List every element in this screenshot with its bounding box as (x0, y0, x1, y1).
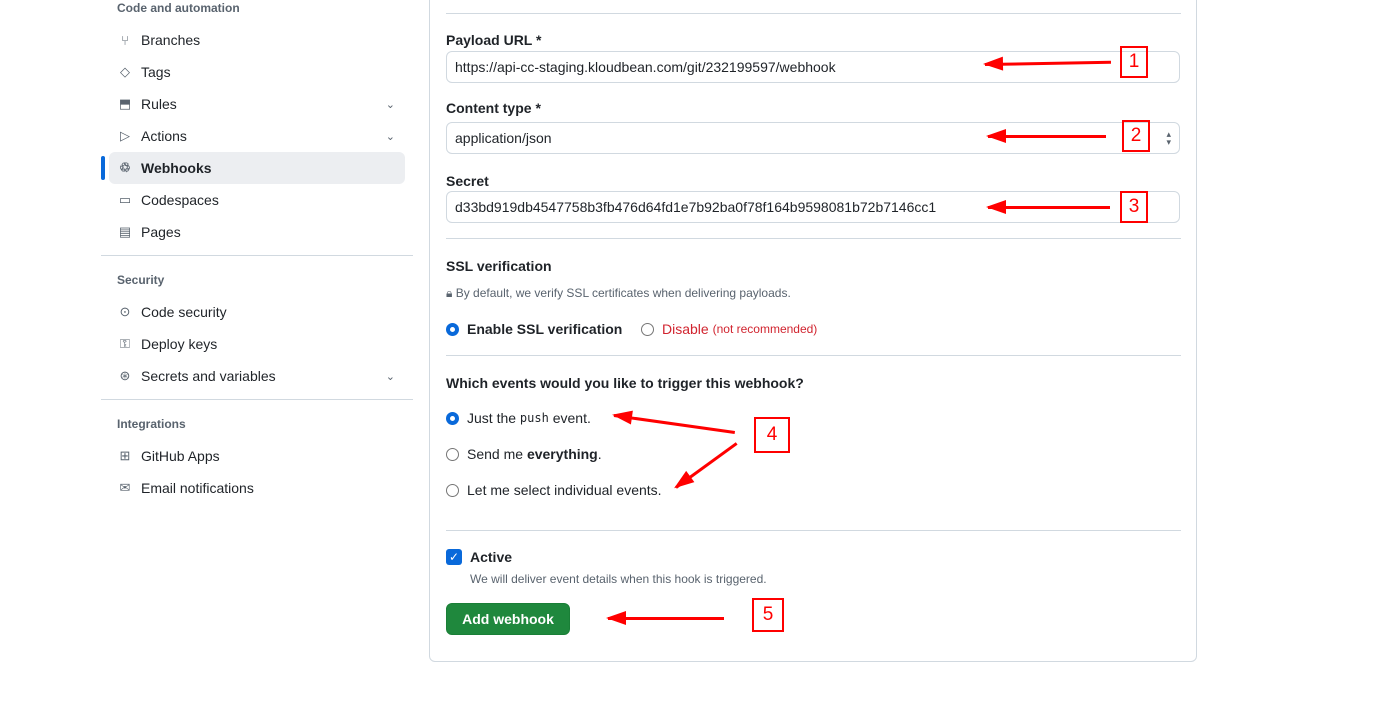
tag-icon: ◇ (120, 64, 130, 79)
secret-label: Secret (446, 173, 489, 189)
annotation-4: 4 (754, 417, 790, 453)
add-webhook-button[interactable]: Add webhook (446, 603, 570, 635)
label: Rules (141, 96, 177, 112)
label: Branches (141, 32, 201, 48)
label: Email notifications (141, 480, 254, 496)
sidebar-item-branches[interactable]: ⑂ Branches (109, 24, 405, 56)
label: Webhooks (141, 160, 212, 176)
text: . (597, 446, 602, 462)
ssl-title: SSL verification (446, 258, 552, 274)
label: Deploy keys (141, 336, 218, 352)
divider (446, 530, 1181, 531)
chevron-down-icon[interactable]: ⌄ (386, 370, 395, 383)
chevron-down-icon[interactable]: ⌄ (386, 98, 395, 111)
payload-url-input[interactable]: https://api-cc-staging.kloudbean.com/git… (446, 51, 1180, 83)
asterisk-icon: ⊛ (119, 368, 131, 383)
sidebar-item-pages[interactable]: ▤ Pages (109, 216, 405, 248)
label: Let me select individual events. (467, 482, 662, 498)
sidebar-item-webhooks[interactable]: ♲ Webhooks (109, 152, 405, 184)
annotation-2: 2 (1122, 120, 1150, 152)
divider (101, 255, 413, 256)
text: Send me (467, 446, 527, 462)
label: Pages (141, 224, 181, 240)
radio[interactable] (446, 322, 459, 336)
radio[interactable] (446, 447, 459, 461)
events-title: Which events would you like to trigger t… (446, 375, 804, 391)
mail-icon: ✉ (119, 480, 131, 495)
label: Disable (662, 321, 709, 337)
divider (101, 399, 413, 400)
browser-icon: ▤ (118, 224, 132, 239)
sidebar-item-code-security[interactable]: ⊙ Code security (109, 296, 405, 328)
annotation-arrow (986, 200, 1110, 214)
radio[interactable] (641, 322, 654, 336)
codespaces-icon: ▭ (118, 192, 132, 207)
content-type-label: Content type * (446, 100, 541, 116)
section-security: Security (117, 273, 165, 287)
sidebar-item-github-apps[interactable]: ⊞ GitHub Apps (109, 440, 405, 472)
git-branch-icon: ⑂ (121, 32, 129, 48)
key-icon: ⚿ (120, 336, 130, 351)
sidebar-item-codespaces[interactable]: ▭ Codespaces (109, 184, 405, 216)
label: Tags (141, 64, 171, 80)
codescan-icon: ⊙ (119, 304, 131, 319)
chevron-down-icon[interactable]: ⌄ (386, 130, 395, 143)
sidebar-item-actions[interactable]: ▷ Actions ⌄ (109, 120, 405, 152)
play-icon: ▷ (120, 128, 130, 143)
active-checkbox[interactable]: ✓ (446, 549, 462, 565)
label: Secrets and variables (141, 368, 276, 384)
sidebar-item-tags[interactable]: ◇ Tags (109, 56, 405, 88)
rules-icon: ⬒ (118, 96, 132, 111)
annotation-arrow (986, 129, 1106, 143)
text: By default, we verify SSL certificates w… (455, 286, 791, 300)
ssl-disable-radio[interactable]: Disable (not recommended) (641, 321, 817, 337)
label: GitHub Apps (141, 448, 220, 464)
label: Actions (141, 128, 187, 144)
radio[interactable] (446, 483, 459, 497)
section-integrations: Integrations (117, 417, 186, 431)
label: Code security (141, 304, 227, 320)
text: Just the (467, 410, 520, 426)
event-push-radio[interactable]: Just the push event. (446, 410, 591, 426)
divider (446, 238, 1181, 239)
active-note: We will deliver event details when this … (470, 572, 767, 586)
select-arrows-icon: ▴ ▾ (1166, 129, 1171, 147)
active-label: Active (470, 549, 513, 565)
payload-url-label: Payload URL * (446, 32, 542, 48)
apps-icon: ⊞ (119, 448, 131, 463)
label: Enable SSL verification (467, 321, 623, 337)
label: Codespaces (141, 192, 219, 208)
radio[interactable] (446, 411, 459, 425)
sidebar-item-deploy-keys[interactable]: ⚿ Deploy keys (109, 328, 405, 360)
lock-icon: 🔒︎ (446, 286, 456, 300)
text: event. (548, 410, 591, 426)
section-code-automation: Code and automation (117, 1, 240, 15)
annotation-5: 5 (752, 598, 784, 632)
divider (446, 355, 1181, 356)
event-everything-radio[interactable]: Send me everything. (446, 446, 602, 462)
annotation-1: 1 (1120, 46, 1148, 78)
annotation-arrow (606, 611, 724, 625)
ssl-enable-radio[interactable]: Enable SSL verification (446, 321, 622, 337)
sidebar-item-secrets[interactable]: ⊛ Secrets and variables ⌄ (109, 360, 405, 392)
event-select-radio[interactable]: Let me select individual events. (446, 482, 662, 498)
text: everything (526, 446, 598, 462)
note: (not recommended) (712, 322, 818, 336)
selected-value: application/json (455, 130, 552, 146)
content-type-select[interactable]: application/json ▴ ▾ (446, 122, 1180, 154)
sidebar-item-email[interactable]: ✉ Email notifications (109, 472, 405, 504)
active-indicator (101, 156, 105, 180)
divider (446, 13, 1181, 14)
sidebar-item-rules[interactable]: ⬒ Rules ⌄ (109, 88, 405, 120)
annotation-3: 3 (1120, 191, 1148, 223)
code: push (519, 411, 549, 425)
ssl-note: 🔒︎ By default, we verify SSL certificate… (446, 286, 791, 301)
webhook-icon: ♲ (119, 160, 131, 175)
